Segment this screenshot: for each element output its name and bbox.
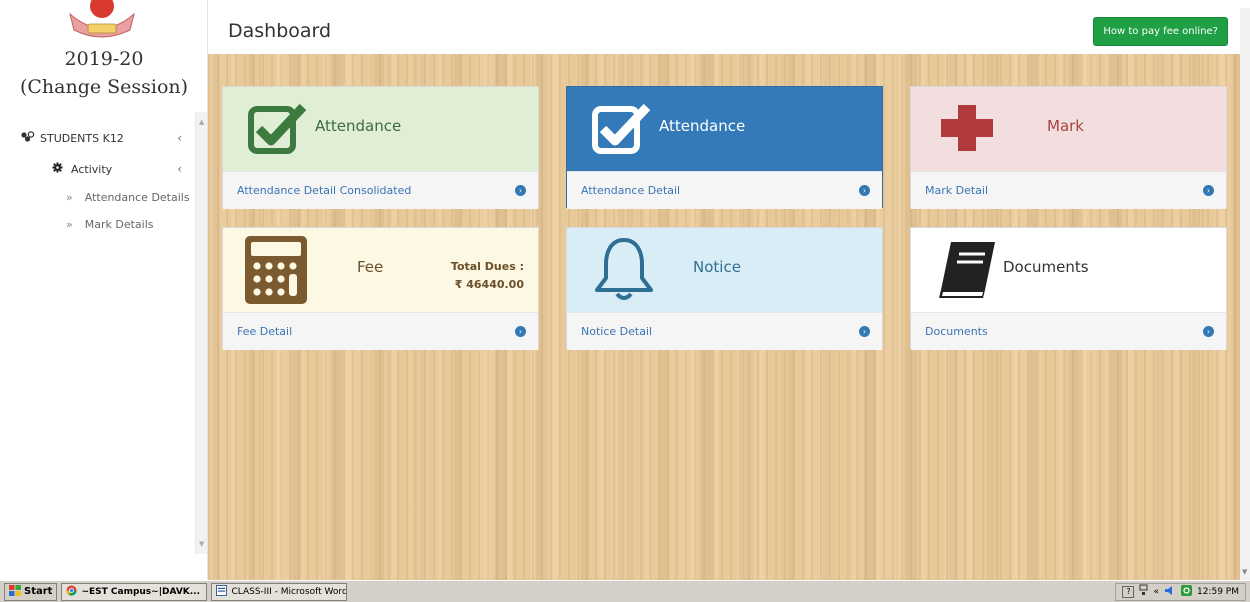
tile-title: Mark	[1047, 117, 1084, 135]
page-title: Dashboard	[228, 20, 332, 42]
tile-header: Notice	[567, 228, 882, 312]
tile-title: Documents	[1003, 258, 1089, 276]
attendance-tile: Attendance Attendance Detail ›	[566, 86, 883, 209]
sidebar-menu: STUDENTS K12 ‹ Activity ‹ » Attendance D…	[8, 122, 196, 238]
check-square-icon	[247, 101, 307, 161]
tile-header: Attendance	[223, 87, 538, 171]
double-chevron-right-icon: »	[66, 218, 73, 231]
sidebar-item-label: STUDENTS K12	[40, 131, 124, 145]
tile-link-label: Mark Detail	[925, 184, 989, 197]
app-tray-icon[interactable]	[1181, 584, 1192, 599]
taskbar-word-window[interactable]: CLASS-III - Microsoft Word	[211, 582, 348, 601]
windows-logo-icon	[9, 584, 21, 599]
arrow-circle-right-icon: ›	[859, 326, 870, 337]
arrow-circle-right-icon: ›	[1203, 185, 1214, 196]
task-label: ~EST Campus~|DAVK...	[81, 586, 201, 597]
tile-header: Fee Total Dues : ₹ 46440.00	[223, 228, 538, 312]
clock: 12:59 PM	[1197, 586, 1239, 597]
page-header: Dashboard How to pay fee online?	[208, 8, 1240, 54]
book-icon	[937, 240, 999, 304]
sidebar-item-label: Mark Details	[84, 218, 154, 231]
double-chevron-right-icon: »	[66, 191, 73, 204]
sidebar: 2019-20 (Change Session) STUDENTS K12 ‹ …	[0, 0, 208, 580]
tile-title: Attendance	[315, 117, 402, 135]
sidebar-item-attendance-details[interactable]: » Attendance Details	[8, 184, 196, 211]
help-icon[interactable]: ?	[1122, 585, 1135, 598]
chrome-icon	[66, 584, 77, 599]
chevron-left-icon: ‹	[177, 162, 182, 176]
scroll-down-icon[interactable]: ▼	[199, 540, 204, 548]
mark-detail-link[interactable]: Mark Detail ›	[911, 171, 1226, 209]
scroll-up-icon[interactable]: ▲	[199, 118, 204, 126]
attendance-consolidated-tile: Attendance Attendance Detail Consolidate…	[222, 86, 539, 209]
check-square-icon	[591, 101, 651, 161]
fee-tile: Fee Total Dues : ₹ 46440.00 Fee Detail ›	[222, 227, 539, 350]
arrow-circle-right-icon: ›	[1203, 326, 1214, 337]
attendance-detail-link[interactable]: Attendance Detail ›	[567, 171, 882, 209]
scroll-down-icon[interactable]: ▼	[1242, 568, 1247, 576]
session-year: 2019-20	[64, 48, 144, 70]
attendance-detail-consolidated-link[interactable]: Attendance Detail Consolidated ›	[223, 171, 538, 209]
tray-expand-icon[interactable]: «	[1153, 587, 1159, 597]
total-dues-value: ₹ 46440.00	[454, 278, 524, 291]
school-logo	[64, 0, 140, 40]
tile-header: Documents	[911, 228, 1226, 312]
page-scrollbar[interactable]: ▼	[1240, 8, 1250, 580]
sidebar-item-mark-details[interactable]: » Mark Details	[8, 211, 196, 238]
tile-link-label: Notice Detail	[581, 325, 653, 338]
tile-header: Mark	[911, 87, 1226, 171]
sidebar-item-students[interactable]: STUDENTS K12 ‹	[8, 122, 196, 154]
sidebar-item-label: Attendance Details	[84, 191, 190, 204]
notice-tile: Notice Notice Detail ›	[566, 227, 883, 350]
network-icon[interactable]	[1139, 584, 1148, 599]
documents-tile: Documents Documents ›	[910, 227, 1227, 350]
arrow-circle-right-icon: ›	[515, 185, 526, 196]
speaker-icon[interactable]	[1164, 585, 1176, 599]
bell-icon	[593, 236, 655, 306]
notice-detail-link[interactable]: Notice Detail ›	[567, 312, 882, 350]
word-document-icon	[216, 584, 228, 599]
mark-tile: Mark Mark Detail ›	[910, 86, 1227, 209]
tile-title: Notice	[693, 258, 741, 276]
tile-header: Attendance	[567, 87, 882, 171]
tile-link-label: Attendance Detail Consolidated	[237, 184, 412, 197]
plus-icon	[941, 105, 993, 155]
sidebar-scrollbar[interactable]: ▲ ▼	[195, 112, 207, 554]
chevron-left-icon: ‹	[177, 131, 182, 145]
tile-title: Fee	[357, 258, 384, 276]
taskbar: Start ~EST Campus~|DAVK... CLASS-III - M…	[0, 580, 1250, 602]
task-label: CLASS-III - Microsoft Word	[231, 586, 348, 597]
total-dues-label: Total Dues :	[450, 260, 524, 273]
tile-link-label: Documents	[925, 325, 988, 338]
how-to-pay-button[interactable]: How to pay fee online?	[1093, 17, 1228, 46]
gear-icon	[52, 162, 63, 176]
fee-detail-link[interactable]: Fee Detail ›	[223, 312, 538, 350]
system-tray: ? « 12:59 PM	[1115, 582, 1246, 601]
arrow-circle-right-icon: ›	[515, 326, 526, 337]
sidebar-item-activity[interactable]: Activity ‹	[8, 154, 196, 184]
students-group-icon	[20, 130, 36, 146]
start-button[interactable]: Start	[4, 582, 58, 601]
sidebar-item-label: Activity	[71, 162, 113, 176]
taskbar-browser-window[interactable]: ~EST Campus~|DAVK...	[61, 582, 208, 601]
documents-link[interactable]: Documents ›	[911, 312, 1226, 350]
change-session-link[interactable]: (Change Session)	[0, 76, 208, 98]
tile-title: Attendance	[659, 117, 746, 135]
calculator-icon	[245, 236, 307, 308]
tile-link-label: Attendance Detail	[581, 184, 681, 197]
arrow-circle-right-icon: ›	[859, 185, 870, 196]
start-label: Start	[24, 586, 53, 597]
tile-link-label: Fee Detail	[237, 325, 293, 338]
